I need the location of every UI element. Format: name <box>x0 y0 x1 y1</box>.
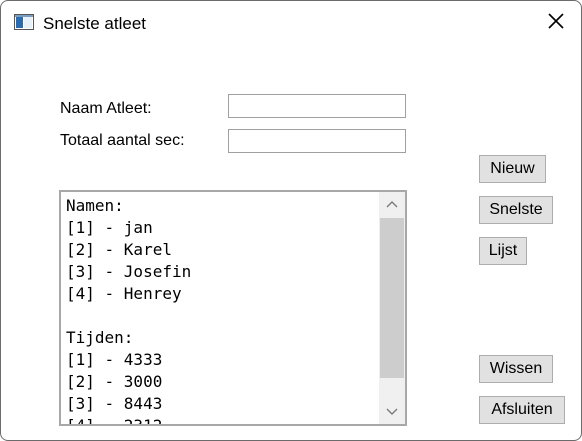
list-item[interactable]: [1] - 4333 <box>66 349 376 371</box>
totaal-sec-label: Totaal aantal sec: <box>60 132 185 149</box>
nieuw-button[interactable]: Nieuw <box>479 155 546 183</box>
list-item[interactable]: [2] - 3000 <box>66 371 376 393</box>
lijst-button[interactable]: Lijst <box>479 237 527 265</box>
close-button[interactable] <box>537 7 575 39</box>
scroll-up-button[interactable] <box>379 192 405 216</box>
wissen-button[interactable]: Wissen <box>479 355 553 383</box>
snelste-button[interactable]: Snelste <box>479 196 553 224</box>
scroll-down-arrow-icon <box>386 403 398 421</box>
title-bar[interactable]: Snelste atleet <box>1 1 581 45</box>
results-listbox[interactable]: Namen: [1] - jan [2] - Karel [3] - Josef… <box>59 190 407 426</box>
window-title: Snelste atleet <box>43 14 147 33</box>
list-item[interactable] <box>66 305 376 327</box>
vertical-scrollbar[interactable] <box>379 192 405 424</box>
list-item[interactable]: [2] - Karel <box>66 239 376 261</box>
close-icon <box>548 12 564 34</box>
naam-atleet-input[interactable] <box>228 94 406 118</box>
results-list: Namen: [1] - jan [2] - Karel [3] - Josef… <box>66 195 376 424</box>
afsluiten-button[interactable]: Afsluiten <box>479 396 565 424</box>
main-window: Snelste atleet Naam Atleet: Totaal aanta… <box>0 0 582 441</box>
list-item[interactable]: Namen: <box>66 195 376 217</box>
list-item[interactable]: [1] - jan <box>66 217 376 239</box>
list-item[interactable]: [3] - Josefin <box>66 261 376 283</box>
naam-atleet-label: Naam Atleet: <box>60 100 152 117</box>
scroll-thumb[interactable] <box>380 218 404 378</box>
list-item[interactable]: [3] - 8443 <box>66 393 376 415</box>
totaal-sec-input[interactable] <box>228 129 406 153</box>
app-window-icon <box>14 14 34 30</box>
list-item[interactable]: [4] - Henrey <box>66 283 376 305</box>
list-item[interactable]: [4] - 2312 <box>66 415 376 424</box>
scroll-down-button[interactable] <box>379 400 405 424</box>
list-item[interactable]: Tijden: <box>66 327 376 349</box>
scroll-up-arrow-icon <box>386 195 398 213</box>
